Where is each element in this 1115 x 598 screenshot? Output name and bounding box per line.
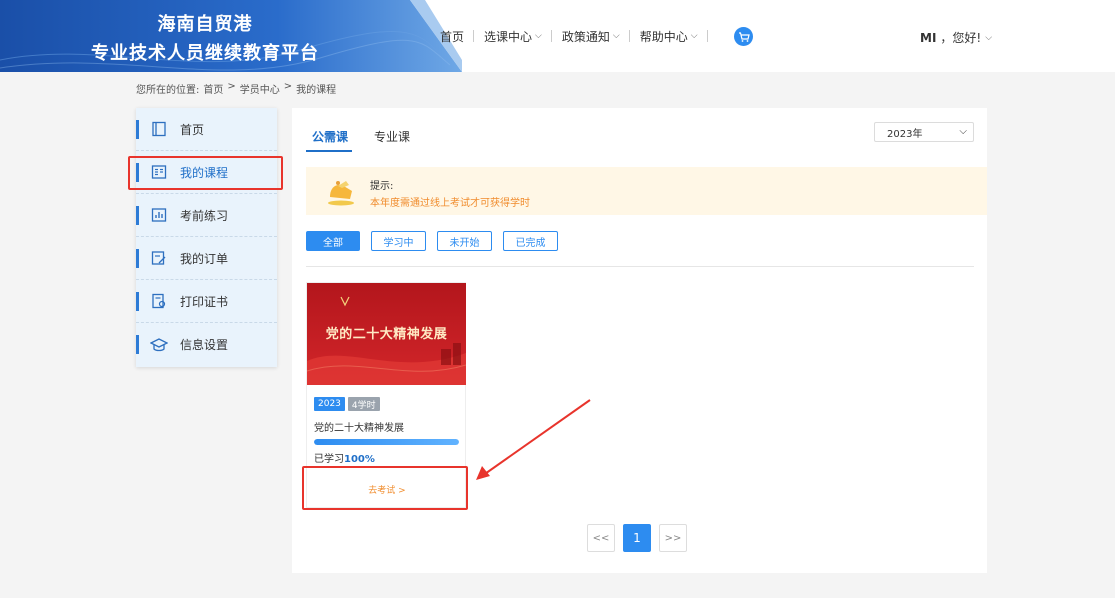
cart-button[interactable]: [734, 27, 753, 46]
progress-prefix: 已学习: [314, 454, 344, 465]
sidebar: 首页 我的课程 考前练习 我的订单 打印证书 信息设置: [136, 108, 277, 367]
nav-course-center-label: 选课中心: [484, 29, 533, 44]
notice-title: 提示:: [370, 181, 394, 192]
nav-home[interactable]: 首页: [430, 28, 475, 45]
chevron-down-icon: ⌵: [612, 31, 620, 41]
chevron-down-icon: ⌵: [985, 32, 993, 43]
page-button-current[interactable]: 1: [623, 524, 651, 552]
nav-home-label: 首页: [440, 29, 465, 44]
prev-page-button[interactable]: <<: [587, 524, 615, 552]
progress-value: 100%: [344, 454, 375, 465]
sidebar-item-practice[interactable]: 考前练习: [136, 194, 277, 237]
sidebar-item-settings[interactable]: 信息设置: [136, 323, 277, 366]
logo-title-line2: 专业技术人员继续教育平台: [91, 43, 319, 64]
active-tab-underline: [306, 150, 352, 152]
course-progress-fill: [314, 439, 459, 445]
filter-completed[interactable]: 已完成: [503, 231, 558, 251]
tab-public-courses[interactable]: 公需课: [312, 128, 348, 145]
breadcrumb-home[interactable]: 首页: [203, 81, 223, 96]
annotation-arrow-icon: [476, 399, 591, 480]
main-nav: 首页 选课中心 ⌵ 政策通知 ⌵ 帮助中心 ⌵: [430, 0, 708, 72]
course-progress-bar: [314, 439, 459, 445]
hours-badge: 4学时: [347, 397, 380, 411]
filter-not-started[interactable]: 未开始: [437, 231, 492, 251]
course-badges: 2023 4学时: [314, 397, 380, 411]
status-filters: 全部 学习中 未开始 已完成: [306, 231, 558, 251]
breadcrumb-my-courses: 我的课程: [296, 85, 337, 96]
next-page-button[interactable]: >>: [659, 524, 687, 552]
sidebar-item-label: 打印证书: [180, 294, 229, 309]
course-cover-image[interactable]: 党的二十大精神发展: [307, 283, 466, 385]
breadcrumb-prefix: 您所在的位置:: [136, 85, 200, 96]
chevron-down-icon: ⌵: [535, 31, 542, 41]
sidebar-item-label: 首页: [180, 122, 205, 137]
notice-banner: 提示: 本年度需通过线上考试才可获得学时: [306, 167, 987, 215]
sidebar-item-label: 考前练习: [180, 208, 229, 223]
nav-policy-label: 政策通知: [561, 29, 610, 44]
highlight-box-my-courses: [128, 156, 283, 190]
course-title[interactable]: 党的二十大精神发展: [314, 419, 404, 434]
certificate-icon: [150, 292, 168, 310]
breadcrumb-separator: >: [283, 81, 293, 92]
course-cover-title: 党的二十大精神发展: [325, 327, 448, 342]
sidebar-item-label: 信息设置: [180, 338, 229, 352]
user-menu[interactable]: MI ，您好! ⌵: [920, 29, 992, 46]
order-icon: [150, 249, 168, 267]
notice-text: 本年度需通过线上考试才可获得学时: [370, 198, 530, 209]
header: 海南自贸港 专业技术人员继续教育平台 首页 选课中心 ⌵ 政策通知 ⌵ 帮助中心…: [0, 0, 1115, 72]
user-name: MI: [920, 30, 937, 45]
sidebar-item-label: 我的订单: [180, 251, 229, 266]
filter-all[interactable]: 全部: [306, 231, 360, 251]
year-select[interactable]: 2023年 ⌵: [874, 122, 974, 142]
nav-policy[interactable]: 政策通知 ⌵: [552, 28, 630, 45]
chevron-down-icon: ⌵: [690, 31, 698, 41]
nav-help[interactable]: 帮助中心 ⌵: [630, 28, 708, 45]
highlight-box-exam: [302, 466, 468, 510]
graduation-cap-icon: [150, 336, 168, 354]
pagination: << 1 >>: [587, 524, 687, 552]
chart-icon: [150, 206, 168, 224]
logo-title-line1: 海南自贸港: [157, 14, 253, 35]
sidebar-item-certificate[interactable]: 打印证书: [136, 280, 277, 323]
nav-course-center[interactable]: 选课中心 ⌵: [474, 28, 552, 45]
nav-help-label: 帮助中心: [639, 29, 688, 44]
course-progress-text: 已学习100%: [314, 450, 375, 465]
tab-professional-courses[interactable]: 专业课: [374, 128, 410, 145]
breadcrumb-separator: >: [227, 81, 236, 92]
megaphone-icon: [324, 177, 358, 211]
breadcrumb: 您所在的位置: 首页 > 学员中心 > 我的课程: [136, 81, 336, 96]
chevron-down-icon: ⌵: [959, 126, 967, 137]
divider: [306, 266, 974, 267]
book-icon: [150, 120, 168, 138]
filter-in-progress[interactable]: 学习中: [371, 231, 426, 251]
cart-icon: [738, 31, 750, 42]
sidebar-item-orders[interactable]: 我的订单: [136, 237, 277, 280]
sidebar-item-home[interactable]: 首页: [136, 108, 277, 151]
logo-banner[interactable]: 海南自贸港 专业技术人员继续教育平台: [0, 0, 462, 72]
year-select-value: 2023年: [887, 128, 923, 140]
user-greeting: ，您好!: [940, 31, 982, 45]
breadcrumb-student-center[interactable]: 学员中心: [240, 81, 280, 96]
year-badge: 2023: [314, 397, 345, 411]
